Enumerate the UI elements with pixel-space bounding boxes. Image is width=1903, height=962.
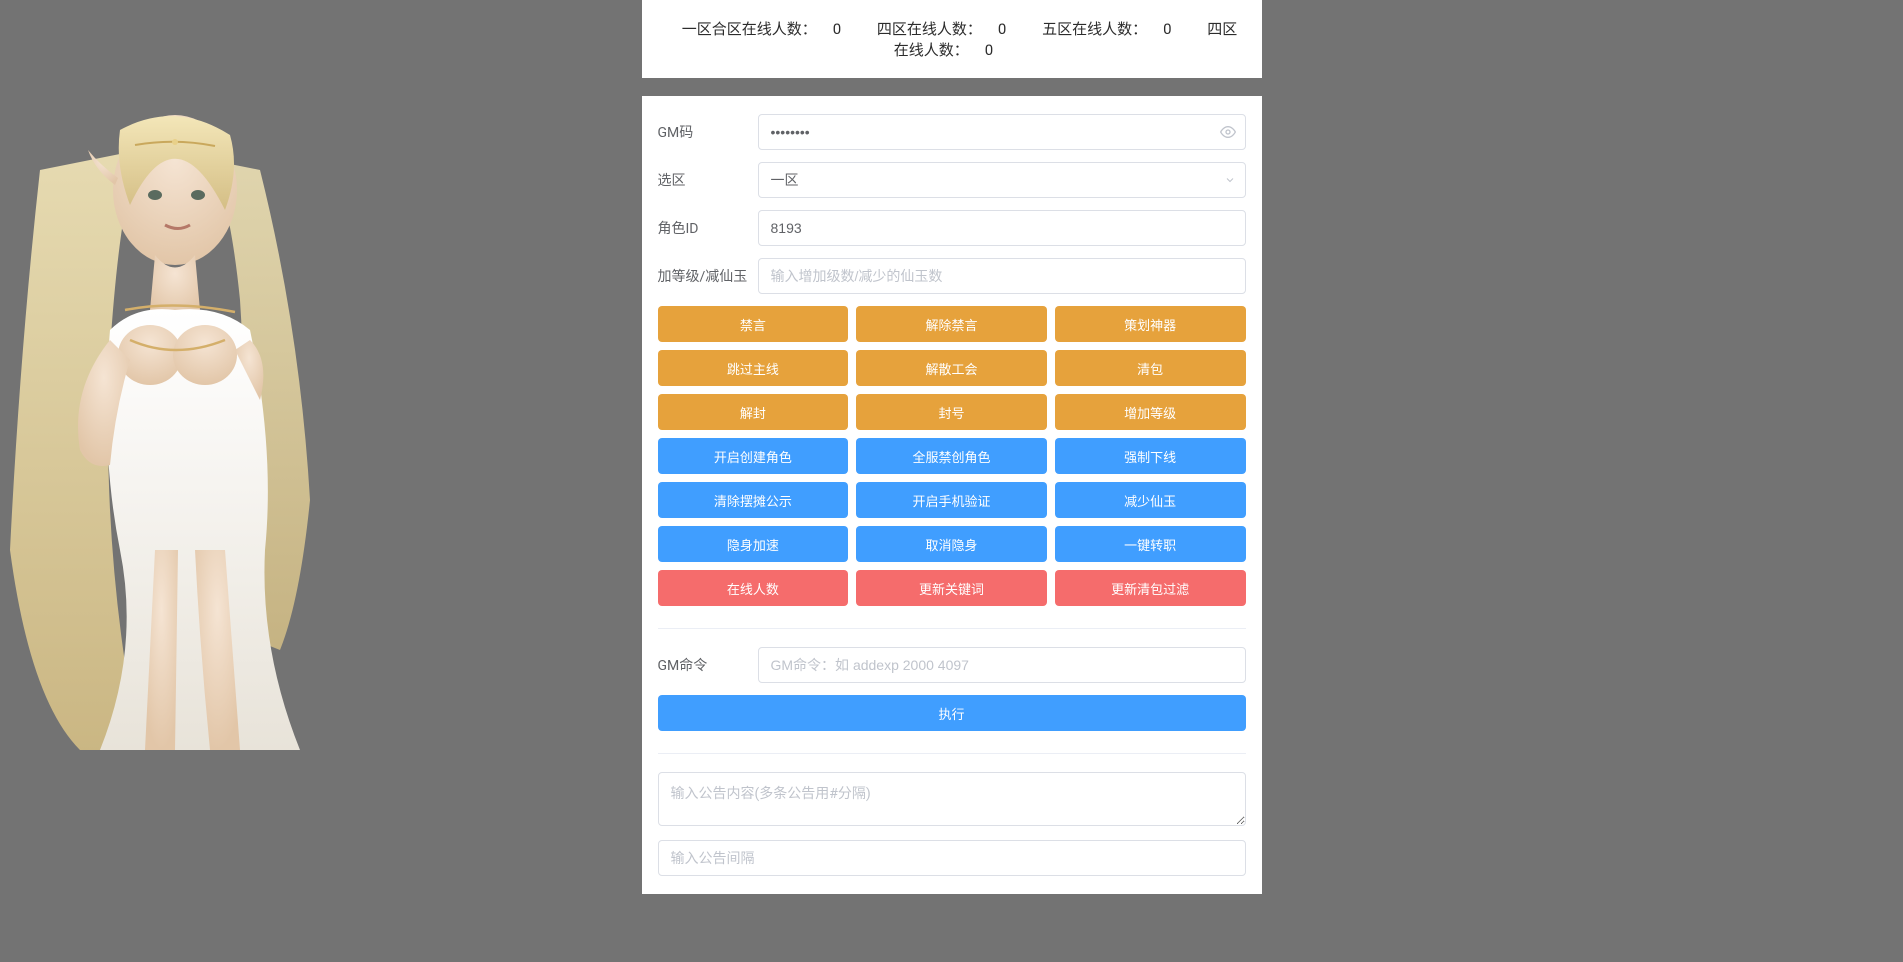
execute-button[interactable]: 执行: [658, 695, 1246, 731]
gm-cmd-label: GM命令: [658, 655, 758, 675]
gm-panel: GM码 选区 角色ID 加等级/减仙玉: [642, 96, 1262, 894]
role-id-input[interactable]: [758, 210, 1246, 246]
forbid-create-role-button[interactable]: 全服禁创角色: [856, 438, 1047, 474]
online-count-button[interactable]: 在线人数: [658, 570, 849, 606]
clear-stall-notice-button[interactable]: 清除摆摊公示: [658, 482, 849, 518]
stat-value: 0: [833, 20, 841, 38]
stat-label: 一区合区在线人数：: [682, 20, 817, 38]
dissolve-guild-button[interactable]: 解散工会: [856, 350, 1047, 386]
zone-select[interactable]: [758, 162, 1246, 198]
level-label: 加等级/减仙玉: [658, 266, 758, 286]
gm-code-label: GM码: [658, 122, 758, 142]
role-id-label: 角色ID: [658, 218, 758, 238]
unseal-button[interactable]: 解封: [658, 394, 849, 430]
notice-content-input[interactable]: [658, 772, 1246, 826]
stat-value: 0: [1163, 20, 1171, 38]
divider: [658, 628, 1246, 629]
background-character: [0, 50, 380, 770]
stat-label: 四区在线人数：: [877, 20, 982, 38]
update-clearbag-filter-button[interactable]: 更新清包过滤: [1055, 570, 1246, 606]
notice-interval-input[interactable]: [658, 840, 1246, 876]
online-stats-header: 一区合区在线人数：0 四区在线人数：0 五区在线人数：0 四区在线人数：0: [642, 0, 1262, 78]
eye-icon[interactable]: [1220, 124, 1236, 140]
clear-bag-button[interactable]: 清包: [1055, 350, 1246, 386]
cancel-stealth-button[interactable]: 取消隐身: [856, 526, 1047, 562]
level-input[interactable]: [758, 258, 1246, 294]
open-create-role-button[interactable]: 开启创建角色: [658, 438, 849, 474]
stealth-speed-button[interactable]: 隐身加速: [658, 526, 849, 562]
stat-value: 0: [998, 20, 1006, 38]
skip-main-button[interactable]: 跳过主线: [658, 350, 849, 386]
reduce-jade-button[interactable]: 减少仙玉: [1055, 482, 1246, 518]
gm-code-input[interactable]: [758, 114, 1246, 150]
stat-label: 五区在线人数：: [1042, 20, 1147, 38]
add-level-button[interactable]: 增加等级: [1055, 394, 1246, 430]
gm-cmd-input[interactable]: [758, 647, 1246, 683]
zone-label: 选区: [658, 170, 758, 190]
ban-account-button[interactable]: 封号: [856, 394, 1047, 430]
designer-tool-button[interactable]: 策划神器: [1055, 306, 1246, 342]
update-keywords-button[interactable]: 更新关键词: [856, 570, 1047, 606]
one-click-transfer-button[interactable]: 一键转职: [1055, 526, 1246, 562]
enable-phone-verify-button[interactable]: 开启手机验证: [856, 482, 1047, 518]
stat-value: 0: [985, 41, 993, 59]
divider: [658, 753, 1246, 754]
unban-chat-button[interactable]: 解除禁言: [856, 306, 1047, 342]
force-offline-button[interactable]: 强制下线: [1055, 438, 1246, 474]
ban-chat-button[interactable]: 禁言: [658, 306, 849, 342]
